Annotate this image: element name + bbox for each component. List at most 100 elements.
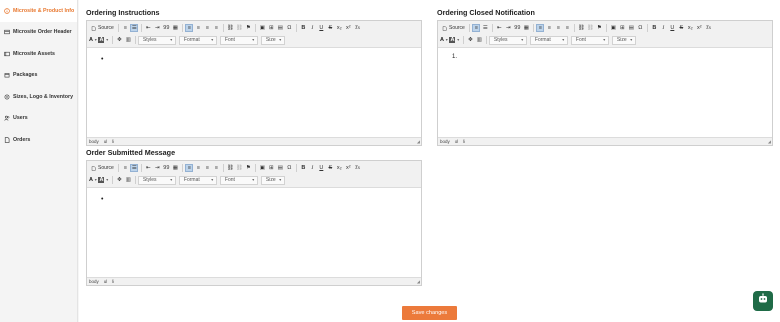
chat-widget-button[interactable] xyxy=(753,291,773,311)
underline-button[interactable]: U xyxy=(317,24,325,32)
maximize-icon[interactable]: ✥ xyxy=(115,36,123,44)
sidebar-item-packages[interactable]: Packages xyxy=(0,65,77,87)
align-left-icon[interactable]: ≡ xyxy=(536,24,545,32)
path-li[interactable]: li xyxy=(463,139,465,144)
format-dropdown[interactable]: Format ▼ xyxy=(529,35,568,45)
justify-icon[interactable]: ≡ xyxy=(212,24,220,32)
increase-indent-icon[interactable]: ⇥ xyxy=(153,24,161,32)
resize-handle-icon[interactable]: ◢ xyxy=(417,139,420,144)
bulleted-list-icon[interactable]: ☰ xyxy=(481,24,489,32)
numbered-list-icon[interactable]: ≡ xyxy=(121,24,129,32)
sidebar-item-microsite-product-info[interactable]: Microsite & Product Info xyxy=(0,0,77,22)
sidebar-item-microsite-assets[interactable]: Microsite Assets xyxy=(0,43,77,65)
anchor-flag-icon[interactable]: ⚑ xyxy=(244,164,252,172)
editor-content-area[interactable]: 1. xyxy=(438,48,772,137)
styles-dropdown[interactable]: Styles ▼ xyxy=(488,35,527,45)
div-container-icon[interactable]: ▦ xyxy=(171,24,179,32)
underline-button[interactable]: U xyxy=(317,164,325,172)
show-blocks-icon[interactable]: ▥ xyxy=(475,36,483,44)
text-color-button[interactable]: A ▼ xyxy=(89,176,97,184)
align-right-icon[interactable]: ≡ xyxy=(554,24,562,32)
strikethrough-button[interactable]: S xyxy=(326,164,334,172)
maximize-icon[interactable]: ✥ xyxy=(115,176,123,184)
underline-button[interactable]: U xyxy=(668,24,676,32)
styles-dropdown[interactable]: Styles ▼ xyxy=(137,35,176,45)
superscript-button[interactable]: x² xyxy=(344,164,352,172)
bold-button[interactable]: B xyxy=(299,24,307,32)
path-body[interactable]: body xyxy=(440,139,450,144)
background-color-button[interactable]: A ▼ xyxy=(98,176,109,184)
unlink-icon[interactable]: ⛓ xyxy=(586,24,594,32)
path-list[interactable]: ol xyxy=(455,139,459,144)
italic-button[interactable]: I xyxy=(308,164,316,172)
increase-indent-icon[interactable]: ⇥ xyxy=(504,24,512,32)
link-icon[interactable]: ⛓ xyxy=(226,164,234,172)
path-body[interactable]: body xyxy=(89,279,99,284)
anchor-flag-icon[interactable]: ⚑ xyxy=(595,24,603,32)
path-list[interactable]: ul xyxy=(104,139,108,144)
subscript-button[interactable]: x₂ xyxy=(335,164,343,172)
size-dropdown[interactable]: Size ▼ xyxy=(611,35,636,45)
path-li[interactable]: li xyxy=(112,139,114,144)
blockquote-icon[interactable]: 99 xyxy=(162,164,170,172)
unlink-icon[interactable]: ⛓ xyxy=(235,24,243,32)
maximize-icon[interactable]: ✥ xyxy=(466,36,474,44)
increase-indent-icon[interactable]: ⇥ xyxy=(153,164,161,172)
path-body[interactable]: body xyxy=(89,139,99,144)
font-dropdown[interactable]: Font ▼ xyxy=(570,35,609,45)
align-center-icon[interactable]: ≡ xyxy=(545,24,553,32)
align-center-icon[interactable]: ≡ xyxy=(194,24,202,32)
blockquote-icon[interactable]: 99 xyxy=(513,24,521,32)
source-button[interactable]: Source xyxy=(89,164,116,172)
format-dropdown[interactable]: Format ▼ xyxy=(178,35,217,45)
justify-icon[interactable]: ≡ xyxy=(212,164,220,172)
horizontal-line-icon[interactable]: ▤ xyxy=(276,24,284,32)
align-left-icon[interactable]: ≡ xyxy=(185,164,194,172)
size-dropdown[interactable]: Size ▼ xyxy=(260,35,285,45)
background-color-button[interactable]: A ▼ xyxy=(98,36,109,44)
justify-icon[interactable]: ≡ xyxy=(563,24,571,32)
align-left-icon[interactable]: ≡ xyxy=(185,24,194,32)
image-icon[interactable]: ▣ xyxy=(609,24,617,32)
text-color-button[interactable]: A ▼ xyxy=(440,36,448,44)
remove-format-button[interactable]: Tx xyxy=(704,24,712,32)
save-changes-button[interactable]: Save changes xyxy=(402,306,457,320)
subscript-button[interactable]: x₂ xyxy=(335,24,343,32)
horizontal-line-icon[interactable]: ▤ xyxy=(627,24,635,32)
italic-button[interactable]: I xyxy=(308,24,316,32)
align-right-icon[interactable]: ≡ xyxy=(203,164,211,172)
table-icon[interactable]: ⊞ xyxy=(267,164,275,172)
table-icon[interactable]: ⊞ xyxy=(618,24,626,32)
image-icon[interactable]: ▣ xyxy=(258,164,266,172)
text-color-button[interactable]: A ▼ xyxy=(89,36,97,44)
image-icon[interactable]: ▣ xyxy=(258,24,266,32)
unlink-icon[interactable]: ⛓ xyxy=(235,164,243,172)
font-dropdown[interactable]: Font ▼ xyxy=(219,175,258,185)
align-center-icon[interactable]: ≡ xyxy=(194,164,202,172)
table-icon[interactable]: ⊞ xyxy=(267,24,275,32)
remove-format-button[interactable]: Tx xyxy=(353,164,361,172)
blockquote-icon[interactable]: 99 xyxy=(162,24,170,32)
bulleted-list-icon[interactable]: ☰ xyxy=(130,164,139,172)
editor-content-area[interactable]: • xyxy=(87,188,421,277)
align-right-icon[interactable]: ≡ xyxy=(203,24,211,32)
remove-format-button[interactable]: Tx xyxy=(353,24,361,32)
bold-button[interactable]: B xyxy=(650,24,658,32)
link-icon[interactable]: ⛓ xyxy=(226,24,234,32)
anchor-flag-icon[interactable]: ⚑ xyxy=(244,24,252,32)
link-icon[interactable]: ⛓ xyxy=(577,24,585,32)
font-dropdown[interactable]: Font ▼ xyxy=(219,35,258,45)
strikethrough-button[interactable]: S xyxy=(677,24,685,32)
strikethrough-button[interactable]: S xyxy=(326,24,334,32)
div-container-icon[interactable]: ▦ xyxy=(171,164,179,172)
editor-content-area[interactable]: • xyxy=(87,48,421,137)
subscript-button[interactable]: x₂ xyxy=(686,24,694,32)
source-button[interactable]: Source xyxy=(440,24,467,32)
show-blocks-icon[interactable]: ▥ xyxy=(124,176,132,184)
format-dropdown[interactable]: Format ▼ xyxy=(178,175,217,185)
decrease-indent-icon[interactable]: ⇤ xyxy=(144,164,152,172)
superscript-button[interactable]: x² xyxy=(695,24,703,32)
bulleted-list-icon[interactable]: ☰ xyxy=(130,24,139,32)
path-list[interactable]: ul xyxy=(104,279,108,284)
numbered-list-icon[interactable]: ≡ xyxy=(472,24,481,32)
